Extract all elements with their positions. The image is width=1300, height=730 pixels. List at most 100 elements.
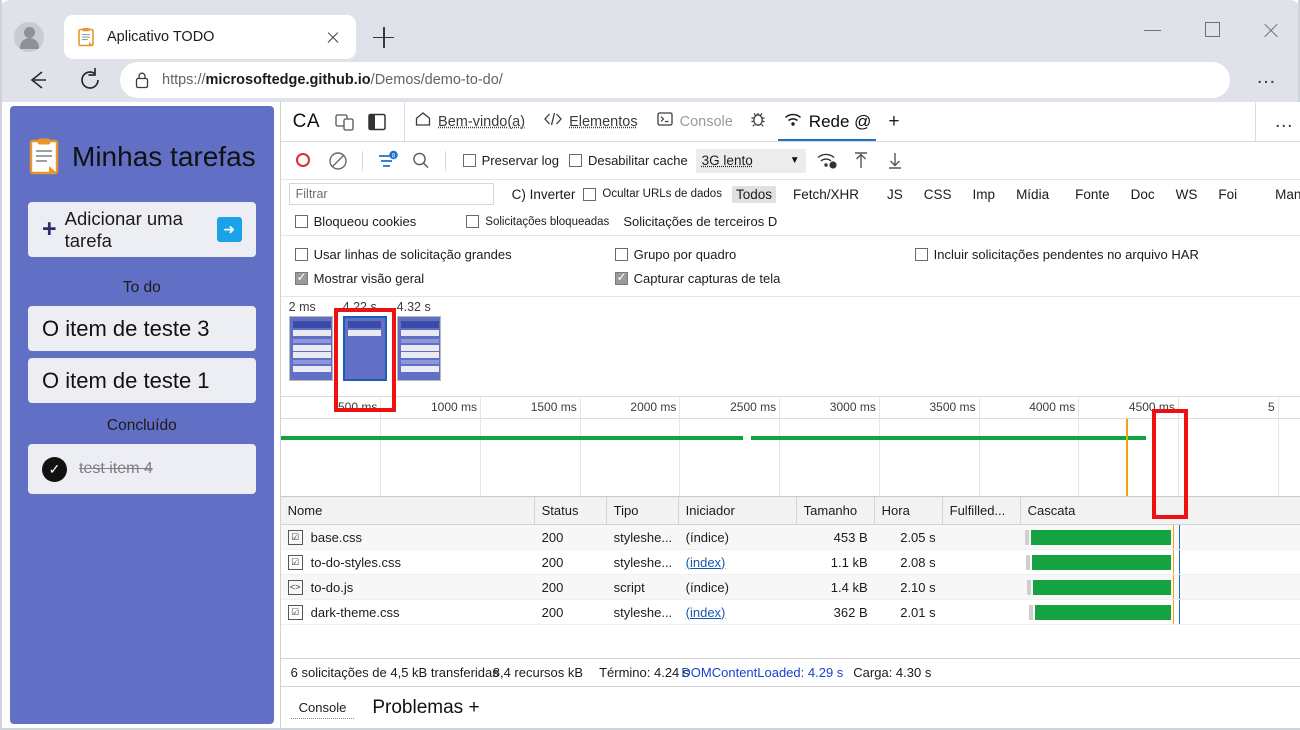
show-overview-checkbox[interactable]: Mostrar visão geral bbox=[295, 271, 605, 286]
import-har-icon[interactable] bbox=[848, 148, 874, 174]
filter-type-foi[interactable]: Foi bbox=[1214, 186, 1241, 203]
filter-input[interactable]: Filtrar bbox=[289, 183, 494, 205]
cell-fulfilled bbox=[943, 525, 1021, 549]
submit-task-button[interactable]: ➜ bbox=[217, 217, 242, 242]
list-item[interactable]: O item de teste 1 bbox=[28, 358, 256, 403]
filter-type-fonte[interactable]: Fonte bbox=[1071, 186, 1114, 203]
tab-rede[interactable]: Rede @ bbox=[774, 102, 881, 141]
filter-type-fetchxhr[interactable]: Fetch/XHR bbox=[789, 186, 863, 203]
cell-iniciador: (índice) bbox=[679, 525, 797, 549]
checkbox-box bbox=[295, 272, 308, 285]
table-row[interactable]: ☑base.css200styleshe...(índice)453 B2.05… bbox=[281, 525, 1300, 550]
blocked-requests-checkbox[interactable]: Solicitações bloqueadas bbox=[466, 215, 609, 228]
bug-icon bbox=[748, 109, 768, 134]
filmstrip-frame[interactable]: 4.22 s bbox=[343, 300, 389, 381]
dock-side-icon[interactable] bbox=[364, 109, 390, 135]
capture-screenshots-label: Capturar capturas de tela bbox=[634, 271, 781, 286]
filmstrip-thumbnail[interactable] bbox=[343, 316, 387, 381]
third-party-label[interactable]: Solicitações de terceiros D bbox=[623, 214, 777, 229]
cell-cascata bbox=[1021, 600, 1300, 624]
close-icon[interactable] bbox=[322, 26, 344, 48]
tab-label: Elementos bbox=[569, 114, 638, 130]
search-button[interactable] bbox=[408, 148, 434, 174]
overview-tick-label: 1500 ms bbox=[531, 400, 580, 414]
check-icon[interactable]: ✓ bbox=[42, 457, 67, 482]
group-by-frame-checkbox[interactable]: Grupo por quadro bbox=[615, 247, 905, 262]
close-window-button[interactable] bbox=[1248, 14, 1294, 46]
tab-elementos[interactable]: Elementos bbox=[534, 102, 647, 141]
drawer-tab-problemas[interactable]: Problemas + bbox=[372, 697, 479, 719]
filter-type-midia[interactable]: Mídia bbox=[1012, 186, 1053, 203]
column-header-cascata[interactable]: Cascata ▲ bbox=[1021, 497, 1300, 524]
back-button[interactable] bbox=[22, 64, 54, 96]
devtools-tabbar: CA bbox=[281, 102, 1300, 142]
cell-tipo: styleshe... bbox=[607, 525, 679, 549]
checkbox-box bbox=[615, 248, 628, 261]
filmstrip-thumbnail[interactable] bbox=[289, 316, 333, 381]
filmstrip-frame[interactable]: 2 ms bbox=[289, 300, 335, 381]
column-header-iniciador[interactable]: Iniciador bbox=[679, 497, 797, 524]
table-row[interactable]: <>to-do.js200script(índice)1.4 kB2.10 s bbox=[281, 575, 1300, 600]
filter-type-doc[interactable]: Doc bbox=[1127, 186, 1159, 203]
list-item[interactable]: ✓ test item 4 bbox=[28, 444, 256, 494]
network-conditions-icon[interactable] bbox=[814, 148, 840, 174]
drawer-tab-console[interactable]: Console bbox=[291, 697, 355, 719]
throttling-select[interactable]: 3G lento ▼ bbox=[696, 149, 806, 173]
capture-screenshots-checkbox[interactable]: Capturar capturas de tela bbox=[615, 271, 905, 286]
filter-type-manifesto[interactable]: Manifesto bbox=[1271, 186, 1300, 203]
invert-label[interactable]: C) Inverter bbox=[512, 187, 576, 202]
disable-cache-checkbox[interactable]: Desabilitar cache bbox=[569, 153, 688, 168]
record-button[interactable] bbox=[291, 148, 317, 174]
profile-avatar[interactable] bbox=[14, 22, 44, 52]
cell-iniciador[interactable]: (index) bbox=[679, 600, 797, 624]
filter-type-todos[interactable]: Todos bbox=[732, 186, 776, 203]
overview-marker-finish bbox=[1126, 419, 1128, 496]
checkbox-box bbox=[463, 154, 476, 167]
table-row[interactable]: ☑dark-theme.css200styleshe...(index)362 … bbox=[281, 600, 1300, 625]
device-toolbar-icon[interactable] bbox=[332, 109, 358, 135]
filmstrip-thumbnail[interactable] bbox=[397, 316, 441, 381]
new-tab-button[interactable] bbox=[370, 23, 398, 51]
tab-bem-vindo[interactable]: Bem-vindo(a) bbox=[405, 102, 534, 141]
column-header-fulfilled[interactable]: Fulfilled... bbox=[943, 497, 1021, 524]
filter-type-js[interactable]: JS bbox=[883, 186, 907, 203]
filter-type-ws[interactable]: WS bbox=[1172, 186, 1202, 203]
bug-icon-button[interactable] bbox=[742, 102, 774, 141]
add-panel-button[interactable]: + bbox=[880, 111, 907, 133]
network-overview-chart[interactable]: 500 ms1000 ms1500 ms2000 ms2500 ms3000 m… bbox=[281, 397, 1300, 497]
column-header-status[interactable]: Status bbox=[535, 497, 607, 524]
export-har-icon[interactable] bbox=[882, 148, 908, 174]
cell-fulfilled bbox=[943, 550, 1021, 574]
clear-button[interactable] bbox=[325, 148, 351, 174]
column-header-hora[interactable]: Hora bbox=[875, 497, 943, 524]
maximize-button[interactable] bbox=[1190, 14, 1236, 46]
include-pending-label: Incluir solicitações pendentes no arquiv… bbox=[934, 247, 1199, 262]
more-icon[interactable]: … bbox=[1271, 109, 1297, 135]
cell-tamanho: 453 B bbox=[797, 525, 875, 549]
filter-button[interactable]: 8 bbox=[374, 148, 400, 174]
table-row[interactable]: ☑to-do-styles.css200styleshe...(index)1.… bbox=[281, 550, 1300, 575]
disable-cache-label: Desabilitar cache bbox=[588, 153, 688, 168]
filmstrip-frame[interactable]: 4.32 s bbox=[397, 300, 443, 381]
filter-type-css[interactable]: CSS bbox=[920, 186, 956, 203]
filmstrip-time: 4.32 s bbox=[397, 300, 443, 316]
checkbox-box bbox=[569, 154, 582, 167]
column-header-tamanho[interactable]: Tamanho bbox=[797, 497, 875, 524]
browser-tab[interactable]: Aplicativo TODO bbox=[64, 15, 356, 59]
add-task-input[interactable]: + Adicionar uma tarefa ➜ bbox=[28, 202, 256, 257]
preserve-log-checkbox[interactable]: Preservar log bbox=[463, 153, 559, 168]
cell-iniciador[interactable]: (index) bbox=[679, 550, 797, 574]
list-item[interactable]: O item de teste 3 bbox=[28, 306, 256, 351]
hide-data-urls-checkbox[interactable]: Ocultar URLs de dados bbox=[583, 188, 722, 201]
browser-more-icon[interactable]: … bbox=[1256, 66, 1278, 89]
include-pending-checkbox[interactable]: Incluir solicitações pendentes no arquiv… bbox=[915, 247, 1199, 262]
tab-console[interactable]: Console bbox=[647, 102, 742, 141]
reload-button[interactable] bbox=[74, 64, 106, 96]
filter-type-imp[interactable]: Imp bbox=[969, 186, 1000, 203]
blocked-cookies-checkbox[interactable]: Bloqueou cookies bbox=[295, 214, 417, 229]
column-header-tipo[interactable]: Tipo bbox=[607, 497, 679, 524]
minimize-button[interactable] bbox=[1130, 14, 1176, 46]
address-bar[interactable]: https://microsoftedge.github.io/Demos/de… bbox=[120, 62, 1230, 98]
big-rows-checkbox[interactable]: Usar linhas de solicitação grandes bbox=[295, 247, 605, 262]
column-header-nome[interactable]: Nome bbox=[281, 497, 535, 524]
